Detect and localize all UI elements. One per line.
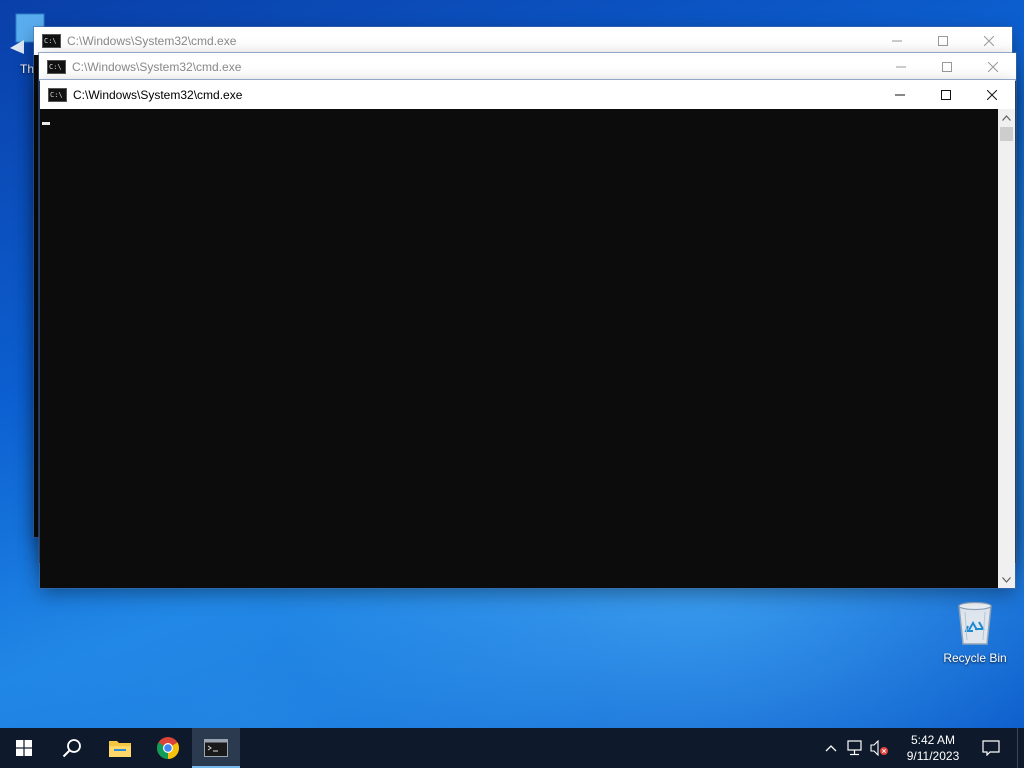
maximize-icon (942, 62, 952, 72)
window-title: C:\Windows\System32\cmd.exe (73, 87, 243, 102)
minimize-icon (896, 66, 906, 68)
maximize-button[interactable] (920, 27, 966, 56)
clock[interactable]: 5:42 AM 9/11/2023 (897, 732, 969, 764)
chrome-icon (157, 737, 179, 759)
maximize-icon (938, 36, 948, 46)
window-title: C:\Windows\System32\cmd.exe (67, 34, 237, 48)
show-desktop-button[interactable] (1017, 728, 1024, 768)
title-bar[interactable]: C:\ C:\Windows\System32\cmd.exe (34, 27, 1012, 55)
minimize-icon (892, 40, 902, 42)
window-title: C:\Windows\System32\cmd.exe (72, 60, 242, 74)
cmd-app-icon: C:\ (42, 34, 61, 48)
maximize-button[interactable] (924, 53, 970, 82)
desktop-icon-label: Th (20, 62, 35, 76)
minimize-button[interactable] (877, 80, 923, 109)
file-explorer-button[interactable] (96, 728, 144, 768)
start-button[interactable] (0, 728, 48, 768)
close-icon (988, 62, 998, 72)
clock-time: 5:42 AM (910, 733, 956, 747)
network-icon (847, 740, 862, 756)
show-hidden-icons-button[interactable] (819, 728, 843, 768)
cmd-app-icon: C:\ (48, 87, 67, 102)
volume-muted-icon (870, 740, 888, 756)
system-tray: 5:42 AM 9/11/2023 (819, 728, 1024, 768)
desktop: Th Recycle Bin C:\ C:\Windows\System32\c… (0, 0, 1024, 768)
minimize-button[interactable] (874, 27, 920, 56)
desktop-icon-label: Recycle Bin (943, 651, 1007, 665)
search-icon (62, 739, 81, 758)
minimize-button[interactable] (878, 53, 924, 82)
text-cursor (42, 122, 50, 125)
chevron-up-icon (825, 745, 837, 752)
vertical-scrollbar[interactable] (998, 109, 1015, 588)
scroll-up-button[interactable] (998, 109, 1015, 126)
search-button[interactable] (48, 728, 96, 768)
close-button[interactable] (966, 27, 1012, 56)
maximize-button[interactable] (923, 80, 969, 109)
scrollbar-thumb[interactable] (1000, 127, 1013, 141)
file-explorer-icon (109, 741, 131, 757)
recycle-bin-icon (958, 601, 992, 645)
command-prompt-icon (204, 739, 228, 757)
chevron-up-icon (1002, 114, 1011, 121)
close-icon (987, 89, 997, 100)
command-prompt-taskbar-button[interactable] (192, 728, 240, 768)
action-center-icon (982, 740, 1000, 756)
title-bar[interactable]: C:\ C:\Windows\System32\cmd.exe (39, 53, 1016, 81)
maximize-icon (941, 89, 951, 100)
minimize-icon (895, 94, 905, 95)
close-button[interactable] (969, 80, 1015, 109)
scroll-down-button[interactable] (998, 571, 1015, 588)
chrome-button[interactable] (144, 728, 192, 768)
volume-button[interactable] (867, 728, 891, 768)
cmd-app-icon: C:\ (47, 60, 66, 74)
desktop-icon-recycle-bin[interactable]: Recycle Bin (937, 600, 1013, 665)
network-button[interactable] (843, 728, 867, 768)
cmd-window-active[interactable]: C:\ C:\Windows\System32\cmd.exe (40, 80, 1015, 588)
title-bar[interactable]: C:\ C:\Windows\System32\cmd.exe (40, 80, 1015, 109)
chevron-down-icon (1002, 576, 1011, 583)
close-icon (984, 36, 994, 46)
console-output-area[interactable] (40, 109, 998, 588)
close-button[interactable] (970, 53, 1016, 82)
action-center-button[interactable] (969, 728, 1013, 768)
taskbar: 5:42 AM 9/11/2023 (0, 728, 1024, 768)
clock-date: 9/11/2023 (906, 749, 960, 763)
windows-start-icon (16, 740, 32, 756)
